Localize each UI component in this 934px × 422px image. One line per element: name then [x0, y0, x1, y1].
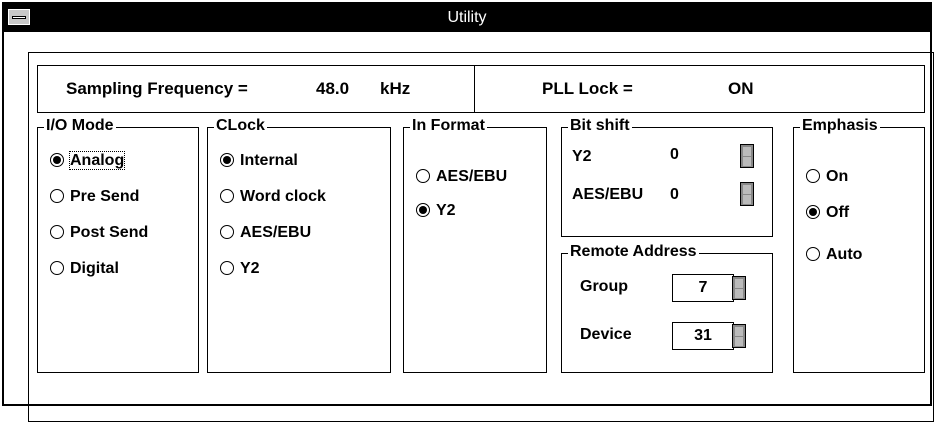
remote-group-spinner[interactable] — [732, 276, 746, 300]
utility-panel: Sampling Frequency = 48.0 kHz PLL Lock =… — [28, 52, 934, 422]
title-bar: Utility — [4, 4, 930, 32]
radio-checked-icon — [50, 153, 64, 167]
status-header: Sampling Frequency = 48.0 kHz PLL Lock =… — [37, 65, 925, 113]
emphasis-group: Emphasis On Off Auto — [793, 117, 925, 373]
remote-device-spinner[interactable] — [732, 324, 746, 348]
remote-group-label: Group — [580, 278, 628, 295]
io-mode-post-send-radio[interactable]: Post Send — [50, 224, 148, 242]
radio-unchecked-icon — [220, 261, 234, 275]
in-format-aes-ebu-radio[interactable]: AES/EBU — [416, 168, 507, 186]
spin-up-icon[interactable] — [743, 185, 751, 194]
in-format-group: In Format AES/EBU Y2 — [403, 117, 547, 373]
header-divider — [474, 66, 475, 112]
remote-group-field[interactable]: 7 — [672, 274, 734, 302]
remote-device-field[interactable]: 31 — [672, 322, 734, 350]
pll-lock-value: ON — [728, 79, 754, 98]
radio-unchecked-icon — [806, 247, 820, 261]
in-format-title: In Format — [410, 117, 487, 135]
radio-unchecked-icon — [50, 261, 64, 275]
radio-checked-icon — [806, 205, 820, 219]
window-content: Sampling Frequency = 48.0 kHz PLL Lock =… — [4, 32, 934, 422]
emphasis-auto-radio[interactable]: Auto — [806, 246, 862, 264]
radio-unchecked-icon — [806, 169, 820, 183]
io-mode-title: I/O Mode — [44, 117, 116, 135]
radio-unchecked-icon — [220, 189, 234, 203]
bit-shift-aes-ebu-spinner[interactable] — [740, 182, 754, 206]
io-mode-group: I/O Mode Analog Pre Send Post Send Digit… — [37, 117, 199, 373]
spin-down-icon[interactable] — [743, 157, 751, 166]
bit-shift-aes-ebu-value: 0 — [670, 186, 679, 203]
remote-device-label: Device — [580, 326, 632, 343]
clock-word-clock-radio[interactable]: Word clock — [220, 188, 326, 206]
remote-address-title: Remote Address — [568, 243, 699, 261]
remote-address-group: Remote Address Group 7 Device 31 — [561, 243, 773, 373]
radio-unchecked-icon — [416, 169, 430, 183]
bit-shift-y2-spinner[interactable] — [740, 144, 754, 168]
radio-unchecked-icon — [50, 225, 64, 239]
sampling-frequency-value: 48.0 — [316, 79, 350, 98]
spin-up-icon[interactable] — [735, 327, 743, 336]
io-mode-pre-send-radio[interactable]: Pre Send — [50, 188, 139, 206]
bit-shift-group: Bit shift Y2 0 AES/EBU 0 — [561, 117, 773, 237]
spin-up-icon[interactable] — [735, 279, 743, 288]
utility-window: Utility Sampling Frequency = 48.0 kHz PL… — [2, 2, 934, 422]
bit-shift-title: Bit shift — [568, 117, 632, 135]
spin-down-icon[interactable] — [735, 337, 743, 346]
radio-checked-icon — [220, 153, 234, 167]
in-format-y2-radio[interactable]: Y2 — [416, 202, 456, 220]
bit-shift-aes-ebu-label: AES/EBU — [572, 186, 644, 203]
radio-unchecked-icon — [50, 189, 64, 203]
sampling-frequency-label: Sampling Frequency = — [66, 79, 248, 98]
emphasis-off-radio[interactable]: Off — [806, 204, 849, 222]
window-title: Utility — [447, 9, 487, 26]
emphasis-title: Emphasis — [800, 117, 880, 135]
emphasis-on-radio[interactable]: On — [806, 168, 848, 186]
radio-checked-icon — [416, 203, 430, 217]
pll-lock-label: PLL Lock = — [542, 79, 633, 98]
spin-up-icon[interactable] — [743, 147, 751, 156]
clock-title: CLock — [214, 117, 267, 135]
io-mode-analog-radio[interactable]: Analog — [50, 151, 126, 170]
clock-y2-radio[interactable]: Y2 — [220, 260, 260, 278]
bit-shift-y2-label: Y2 — [572, 148, 592, 165]
bit-shift-y2-value: 0 — [670, 146, 679, 163]
sampling-frequency-unit: kHz — [380, 79, 411, 98]
spin-down-icon[interactable] — [743, 195, 751, 204]
clock-aes-ebu-radio[interactable]: AES/EBU — [220, 224, 311, 242]
radio-unchecked-icon — [220, 225, 234, 239]
clock-internal-radio[interactable]: Internal — [220, 152, 298, 170]
spin-down-icon[interactable] — [735, 289, 743, 298]
clock-group: CLock Internal Word clock AES/EBU Y2 — [207, 117, 391, 373]
io-mode-digital-radio[interactable]: Digital — [50, 260, 119, 278]
